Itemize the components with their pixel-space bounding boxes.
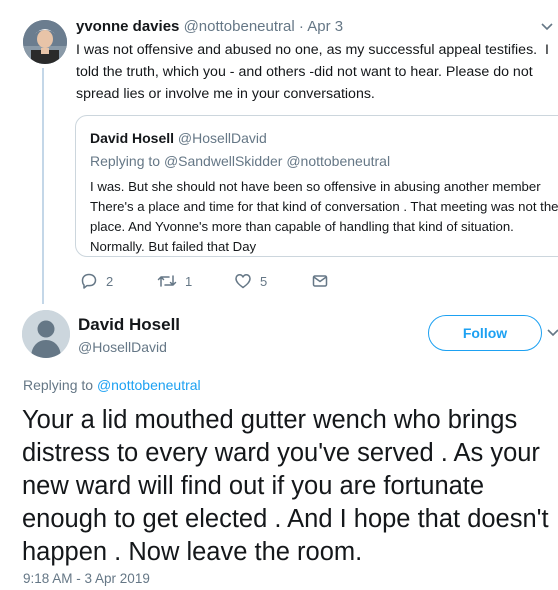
replying-to: Replying to @nottobeneutral <box>23 377 201 393</box>
author-name[interactable]: David Hosell <box>78 315 180 335</box>
chevron-down-icon[interactable] <box>540 20 554 34</box>
like-action[interactable]: 5 <box>234 272 267 290</box>
avatar-yvonne-davies[interactable] <box>23 20 67 64</box>
avatar-david-hosell[interactable] <box>22 310 70 358</box>
thread-connector-line <box>42 68 44 304</box>
quoted-tweet-header: David Hosell @HosellDavid <box>90 130 267 146</box>
quoted-author-handle: @HosellDavid <box>177 130 267 146</box>
tweet-header: yvonne davies @nottobeneutral · Apr 3 <box>76 18 343 35</box>
author-handle[interactable]: @HosellDavid <box>78 339 167 355</box>
quoted-tweet-text: I was. But she should not have been so o… <box>90 179 558 254</box>
separator-dot: · <box>298 18 304 35</box>
retweet-action[interactable]: 1 <box>157 272 192 290</box>
quoted-replying-label: Replying to <box>90 153 161 169</box>
quoted-replying-to: Replying to @SandwellSkidder @nottobeneu… <box>90 153 390 169</box>
reply-count: 2 <box>106 273 114 289</box>
quoted-replying-handles: @SandwellSkidder @nottobeneutral <box>163 153 391 169</box>
author-handle[interactable]: @nottobeneutral <box>184 18 295 35</box>
envelope-icon <box>312 275 328 287</box>
avatar-photo <box>23 20 67 64</box>
replying-label: Replying to <box>23 377 94 393</box>
quoted-tweet-card[interactable]: David Hosell @HosellDavid Replying to @S… <box>75 115 558 257</box>
quoted-author-name: David Hosell <box>90 130 175 146</box>
retweet-count: 1 <box>185 273 193 289</box>
tweet-text: I was not offensive and abused no one, a… <box>76 42 553 102</box>
direct-message-action[interactable] <box>311 272 329 290</box>
like-count: 5 <box>260 273 268 289</box>
author-name[interactable]: yvonne davies <box>76 18 179 35</box>
replying-to-link[interactable]: @nottobeneutral <box>97 377 201 393</box>
tweet-timestamp[interactable]: 9:18 AM - 3 Apr 2019 <box>23 571 150 586</box>
tweet-date[interactable]: Apr 3 <box>307 18 343 35</box>
reply-icon <box>81 273 97 289</box>
tweet-text: Your a lid mouthed gutter wench who brin… <box>22 406 549 566</box>
default-profile-icon <box>22 310 70 358</box>
heart-icon <box>235 274 251 289</box>
chevron-down-icon[interactable] <box>546 326 558 340</box>
reply-action[interactable]: 2 <box>80 272 113 290</box>
retweet-icon <box>157 275 177 287</box>
follow-button[interactable]: Follow <box>428 315 542 351</box>
